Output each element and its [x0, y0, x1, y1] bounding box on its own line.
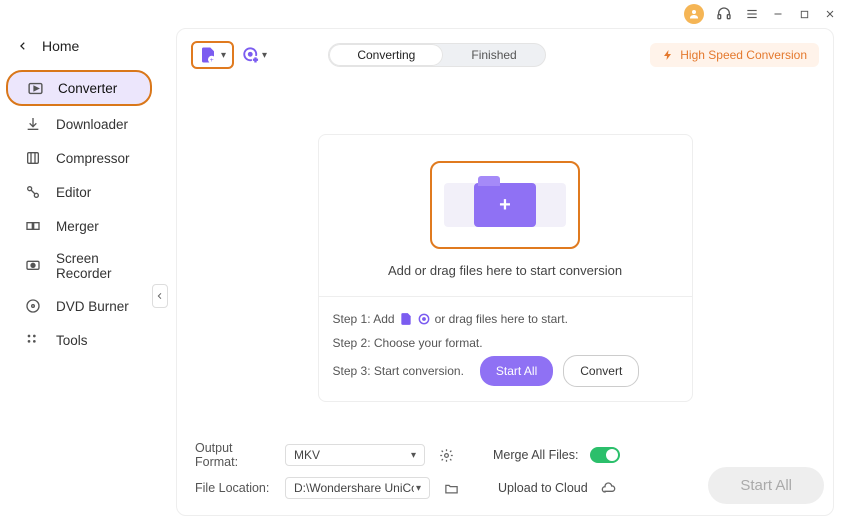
add-file-button[interactable]: + ▾ [191, 41, 234, 69]
home-nav[interactable]: Home [0, 32, 160, 68]
step-1: Step 1: Add or drag files here to start. [333, 307, 678, 331]
output-row: Output Format: MKV ▾ Merge All Files: [195, 441, 815, 469]
sidebar-item-label: Editor [56, 185, 91, 200]
start-all-button[interactable]: Start All [480, 356, 553, 386]
sidebar: Home Converter Downloader Compressor Edi… [0, 28, 160, 526]
sidebar-item-label: Compressor [56, 151, 130, 166]
start-all-main-button[interactable]: Start All [708, 467, 824, 504]
chevron-down-icon: ▾ [411, 450, 416, 461]
close-button[interactable] [822, 8, 838, 20]
merge-toggle[interactable] [590, 447, 620, 463]
avatar-icon[interactable] [684, 4, 704, 24]
dvd-icon [24, 297, 42, 315]
chevron-down-icon: ▾ [416, 483, 421, 494]
dropzone-area: + Add or drag files here to start conver… [191, 69, 819, 429]
sidebar-item-label: Merger [56, 219, 99, 234]
sidebar-item-tools[interactable]: Tools [6, 324, 152, 356]
upload-cloud-label: Upload to Cloud [498, 481, 588, 495]
main-panel: + ▾ + ▾ Converting Finished High Speed C… [176, 28, 834, 516]
sidebar-item-downloader[interactable]: Downloader [6, 108, 152, 140]
dropzone-top: + Add or drag files here to start conver… [319, 135, 692, 296]
file-location-label: File Location: [195, 481, 273, 495]
cloud-icon[interactable] [600, 479, 618, 497]
record-icon [24, 257, 42, 275]
content-area: + ▾ + ▾ Converting Finished High Speed C… [160, 28, 850, 526]
convert-button[interactable]: Convert [563, 355, 639, 387]
minimize-button[interactable] [770, 8, 786, 20]
sidebar-item-editor[interactable]: Editor [6, 176, 152, 208]
sidebar-item-label: Screen Recorder [56, 251, 152, 281]
sidebar-item-dvd-burner[interactable]: DVD Burner [6, 290, 152, 322]
tab-converting[interactable]: Converting [329, 44, 443, 66]
add-file-group: + ▾ + ▾ [191, 41, 271, 69]
download-icon [24, 115, 42, 133]
chevron-down-icon: ▾ [221, 50, 226, 61]
add-disc-button[interactable]: + ▾ [238, 43, 271, 67]
disc-plus-icon [417, 312, 431, 326]
dropzone[interactable]: + Add or drag files here to start conver… [318, 134, 693, 402]
sidebar-item-label: Tools [56, 333, 88, 348]
file-plus-icon [399, 312, 413, 326]
sidebar-item-label: Converter [58, 81, 117, 96]
disc-plus-icon: + [242, 46, 260, 64]
dropzone-thumb[interactable]: + [430, 161, 580, 249]
menu-icon[interactable] [744, 7, 760, 21]
svg-text:+: + [210, 57, 214, 64]
high-speed-button[interactable]: High Speed Conversion [650, 43, 819, 67]
sidebar-item-merger[interactable]: Merger [6, 210, 152, 242]
file-location-select[interactable]: D:\Wondershare UniConverter 1 ▾ [285, 477, 430, 499]
home-label: Home [42, 38, 79, 54]
sidebar-item-converter[interactable]: Converter [6, 70, 152, 106]
svg-text:+: + [254, 57, 258, 64]
sidebar-item-screen-recorder[interactable]: Screen Recorder [6, 244, 152, 288]
step-3: Step 3: Start conversion. Start All Conv… [333, 355, 678, 387]
merger-icon [24, 217, 42, 235]
folder-plus-icon: + [474, 183, 536, 227]
sidebar-item-compressor[interactable]: Compressor [6, 142, 152, 174]
main-area: Home Converter Downloader Compressor Edi… [0, 28, 850, 526]
collapse-sidebar-button[interactable] [152, 284, 168, 308]
merge-label: Merge All Files: [493, 448, 578, 462]
file-plus-icon: + [199, 46, 217, 64]
tools-icon [24, 331, 42, 349]
headset-icon[interactable] [714, 4, 734, 24]
hispeed-label: High Speed Conversion [680, 48, 807, 62]
sidebar-item-label: Downloader [56, 117, 128, 132]
sidebar-item-label: DVD Burner [56, 299, 129, 314]
step-2: Step 2: Choose your format. [333, 331, 678, 355]
editor-icon [24, 183, 42, 201]
chevron-down-icon: ▾ [262, 50, 267, 61]
status-segment: Converting Finished [328, 43, 545, 67]
steps-panel: Step 1: Add or drag files here to start.… [319, 296, 692, 401]
folder-open-icon[interactable] [442, 479, 460, 497]
titlebar [0, 0, 850, 28]
output-format-label: Output Format: [195, 441, 273, 469]
dropzone-title: Add or drag files here to start conversi… [329, 263, 682, 278]
toolbar: + ▾ + ▾ Converting Finished High Speed C… [191, 41, 819, 69]
back-icon [18, 41, 28, 51]
converter-icon [26, 79, 44, 97]
output-format-select[interactable]: MKV ▾ [285, 444, 425, 466]
maximize-button[interactable] [796, 9, 812, 20]
tab-finished[interactable]: Finished [443, 44, 544, 66]
compressor-icon [24, 149, 42, 167]
bolt-icon [662, 49, 674, 61]
settings-icon[interactable] [437, 446, 455, 464]
